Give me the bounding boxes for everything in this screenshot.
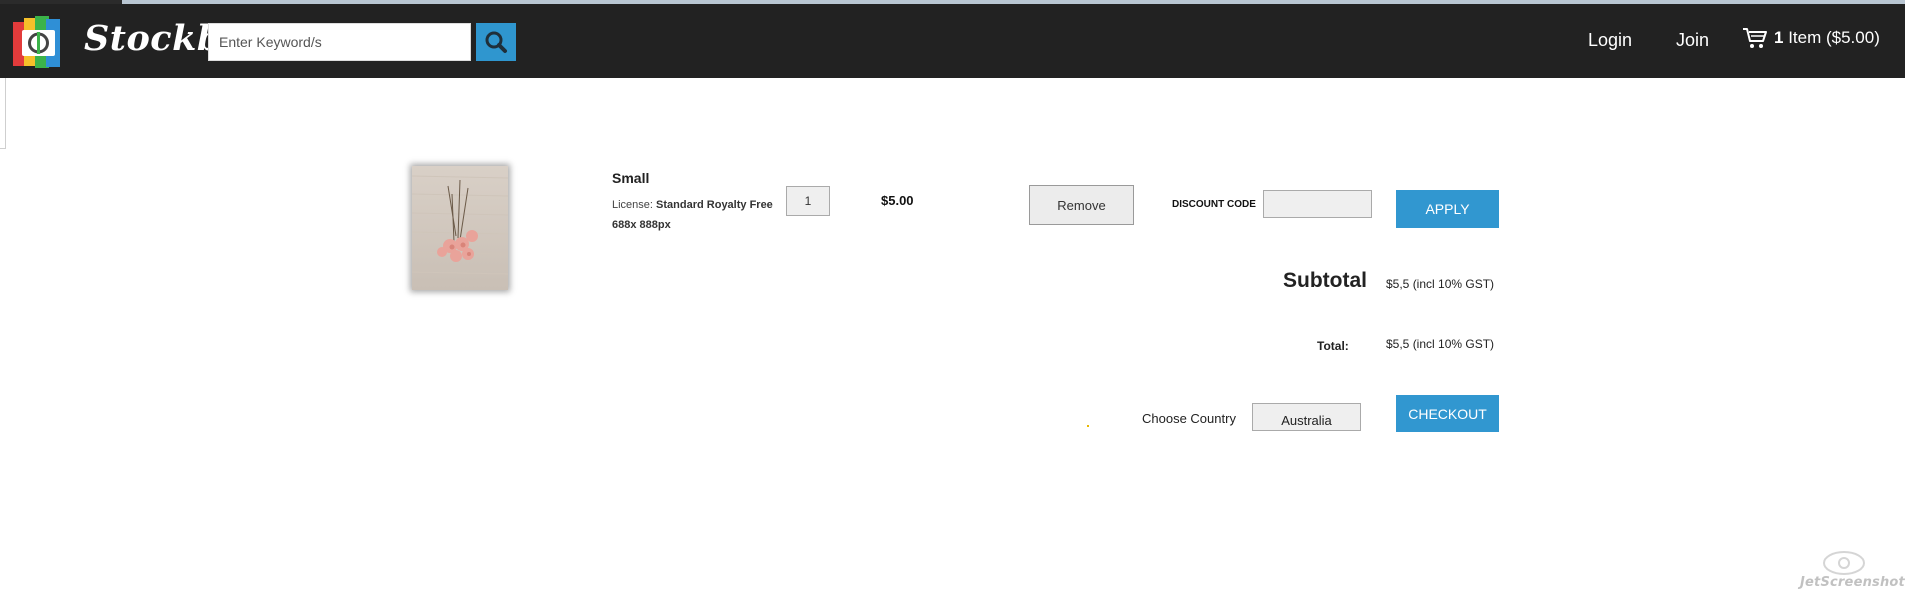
cart-link[interactable]: 1 Item ($5.00): [1742, 26, 1880, 50]
checkout-button[interactable]: CHECKOUT: [1396, 395, 1499, 432]
apply-button[interactable]: APPLY: [1396, 190, 1499, 228]
subtotal-label: Subtotal: [1283, 269, 1367, 292]
item-dimensions: 688x 888px: [612, 219, 671, 231]
cart-item-thumbnail[interactable]: [412, 166, 508, 290]
quantity-input[interactable]: [786, 186, 830, 216]
login-link[interactable]: Login: [1588, 30, 1632, 51]
remove-button[interactable]: Remove: [1029, 185, 1134, 225]
flowers-image: [412, 166, 508, 290]
cart-summary: Item ($5.00): [1788, 28, 1880, 47]
header-bar: Stockbo Login Join 1 Item ($5.00): [0, 4, 1905, 78]
shopping-cart-icon: [1743, 28, 1767, 48]
country-select[interactable]: Australia: [1252, 403, 1361, 431]
license-prefix: License:: [612, 199, 653, 211]
item-price: $5.00: [881, 193, 914, 208]
search-button[interactable]: [476, 23, 516, 61]
license-name: Standard Royalty Free: [656, 199, 773, 211]
total-value: $5,5 (incl 10% GST): [1386, 337, 1495, 351]
discount-code-label: DISCOUNT CODE: [1172, 199, 1256, 210]
item-size-title: Small: [612, 170, 650, 186]
item-license-info: License: Standard Royalty Free 688x 888p…: [612, 195, 773, 235]
choose-country-label: Choose Country: [1142, 411, 1236, 426]
join-link[interactable]: Join: [1676, 30, 1709, 51]
search-input[interactable]: [208, 23, 471, 61]
logo-icon[interactable]: [13, 16, 69, 70]
discount-code-input[interactable]: [1263, 190, 1372, 218]
watermark-text: JetScreenshot: [1800, 575, 1905, 590]
side-panel-fragment: [0, 78, 6, 149]
decorative-dot: [1087, 425, 1089, 427]
search-icon: [485, 31, 507, 53]
subtotal-value: $5,5 (incl 10% GST): [1386, 277, 1495, 291]
total-label: Total:: [1317, 339, 1349, 353]
cart-count: 1: [1774, 28, 1784, 47]
